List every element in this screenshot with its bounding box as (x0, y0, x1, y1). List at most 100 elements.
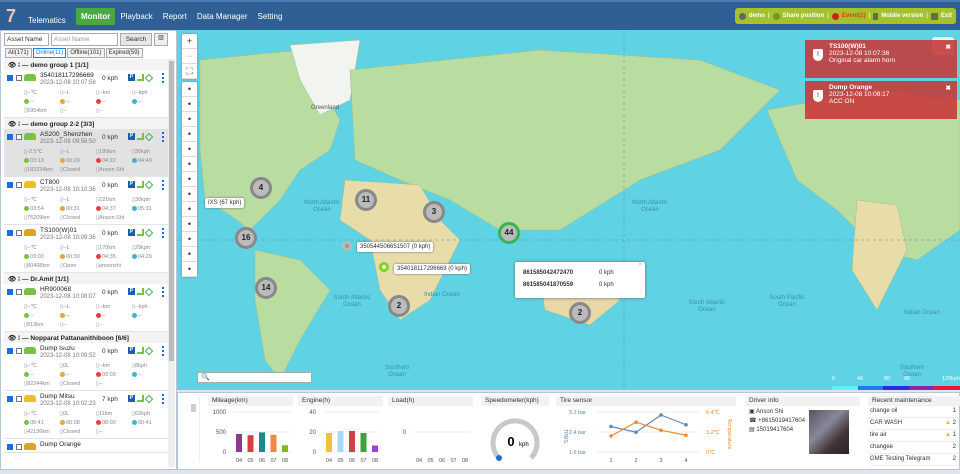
vehicle-item[interactable]: TS100(W)01 2023-12-08 10:09:36 0 kph P ▯-… (4, 225, 168, 273)
search-field-select[interactable]: Asset Name (4, 33, 49, 46)
alarm-notification[interactable]: ! ✖ Dump Orange 2023-12-08 10:08:17 ACC ON (805, 81, 957, 119)
list-scrollbar[interactable] (168, 59, 175, 467)
close-icon[interactable]: × (638, 262, 642, 268)
select-checkbox[interactable] (16, 134, 22, 140)
group-header[interactable]: 👁 ⁞ — demo group 1 [1/1] (4, 59, 168, 70)
road-tool-icon[interactable]: • (182, 127, 197, 142)
map[interactable]: North Atlantic Ocean North Atlantic Ocea… (177, 30, 960, 390)
vehicle-item[interactable]: 354018117296669 2023-12-08 10:07:58 0 kp… (4, 70, 168, 118)
maintenance-item[interactable]: tire air ▲ 1 (868, 430, 958, 442)
show-checkbox[interactable] (7, 396, 13, 402)
show-checkbox[interactable] (7, 75, 13, 81)
group-header[interactable]: 👁 ⁞ — demo group 2-2 [3/3] (4, 118, 168, 129)
select-checkbox[interactable] (16, 396, 22, 402)
tab-offline[interactable]: Offline(101) (67, 48, 105, 58)
nav-monitor[interactable]: Monitor (76, 8, 116, 25)
vehicle-map-label[interactable]: 354018117296669 (0 kph) (394, 264, 470, 274)
map-cluster[interactable]: 44 (498, 222, 520, 244)
group-header[interactable]: 👁 ⁞ — Nopparat Pattananithiboon [6/6] (4, 332, 168, 343)
more-menu-icon[interactable] (162, 132, 164, 142)
show-checkbox[interactable] (7, 134, 13, 140)
search-button[interactable]: Search (120, 33, 152, 46)
maintenance-item[interactable]: CAR WASH ▲ 2 (868, 418, 958, 430)
map-cluster[interactable]: 3 (423, 201, 445, 223)
vehicle-marker[interactable] (379, 262, 389, 272)
more-menu-icon[interactable] (162, 346, 164, 356)
place-tool-icon[interactable]: • (182, 232, 197, 247)
ruler-tool-icon[interactable]: • (182, 202, 197, 217)
zoom-extent-tool-icon[interactable]: • (182, 97, 197, 112)
vehicle-item[interactable]: AS200_Shenzhen 2023-12-08 09:58:50 0 kph… (4, 129, 168, 177)
maintenance-item[interactable]: GME Testing Telegram 2 (868, 454, 958, 466)
center-tool-icon[interactable]: • (182, 172, 197, 187)
event-link[interactable]: Event(1) (842, 13, 866, 19)
nav-data-manager[interactable]: Data Manager (192, 8, 253, 25)
map-cluster[interactable]: 11 (355, 189, 377, 211)
map-cluster[interactable]: 14 (255, 277, 277, 299)
vehicle-stat: ▯--kph (132, 304, 148, 310)
vehicle-tool-icon[interactable]: • (182, 217, 197, 232)
navigate-tool-icon[interactable]: • (182, 82, 197, 97)
more-menu-icon[interactable] (162, 287, 164, 297)
select-checkbox[interactable] (16, 444, 22, 450)
vehicle-item[interactable]: HR900068 2023-12-08 10:08:07 0 kph P ▯--℃… (4, 284, 168, 332)
vehicle-item[interactable]: CT800 2023-12-08 10:10:36 0 kph P ▯--℃ ▯--… (4, 177, 168, 225)
popup-row[interactable]: 861585041870559 0 kph (515, 279, 645, 291)
asset-search-input[interactable]: Asset Name (51, 33, 118, 46)
select-checkbox[interactable] (16, 182, 22, 188)
chart-tool-icon[interactable]: • (182, 187, 197, 202)
vehicle-map-label[interactable]: IXS (67 kph) (205, 198, 245, 208)
tab-expired[interactable]: Expired(59) (105, 48, 143, 58)
zoom-in-button[interactable]: + (182, 34, 197, 49)
vehicle-marker[interactable] (342, 241, 352, 251)
select-checkbox[interactable] (16, 348, 22, 354)
alarm-notification[interactable]: ! ✖ TS100(W)01 2023-12-08 10:07:36 Original … (805, 40, 957, 78)
text-size-tool-icon[interactable]: • (182, 112, 197, 127)
route-tool-icon[interactable]: • (182, 247, 197, 262)
popup-row[interactable]: 861585042472470 0 kph (515, 267, 645, 279)
poi-tool-icon[interactable]: • (182, 142, 197, 157)
group-header[interactable]: 👁 ⁞ — Dr.Amit [1/1] (4, 273, 168, 284)
vehicle-item[interactable]: Dump Isuzu 2023-12-08 10:09:52 0 kph P ▯-… (4, 343, 168, 391)
close-icon[interactable]: ✖ (946, 43, 951, 51)
chart-icon[interactable]: ▥ (154, 33, 168, 46)
mobile-version-link[interactable]: Mobile version (881, 13, 923, 19)
map-cluster[interactable]: 2 (388, 295, 410, 317)
map-search-input[interactable]: 🔍 (197, 372, 312, 383)
vehicle-map-label[interactable]: 350544506651507 (0 kph) (357, 242, 434, 252)
tab-all[interactable]: All(171) (5, 48, 32, 58)
show-checkbox[interactable] (7, 230, 13, 236)
show-checkbox[interactable] (7, 444, 13, 450)
maintenance-item[interactable]: change oil 1 (868, 406, 958, 418)
zoom-out-button[interactable]: − (182, 49, 197, 64)
vehicle-item[interactable]: Dump Mitsu 2023-12-08 10:02:23 7 kph P ▯-… (4, 391, 168, 439)
nav-playback[interactable]: Playback (115, 8, 157, 25)
tab-online[interactable]: Online(11) (32, 48, 67, 58)
map-cluster[interactable]: 2 (569, 302, 591, 324)
user-link[interactable]: demo (749, 13, 765, 19)
maintenance-item[interactable]: changee 2 (868, 442, 958, 454)
select-area-tool-icon[interactable]: • (182, 157, 197, 172)
panel-scroller[interactable] (180, 396, 200, 462)
exit-link[interactable]: Exit (941, 13, 952, 19)
top-header: 7 Telematics Monitor Playback Report Data… (0, 0, 960, 30)
more-menu-icon[interactable] (162, 73, 164, 83)
nav-report[interactable]: Report (158, 8, 192, 25)
fullscreen-button[interactable]: ⛶ (182, 64, 197, 79)
nav-setting[interactable]: Setting (253, 8, 288, 25)
close-icon[interactable]: ✖ (946, 84, 951, 92)
more-menu-icon[interactable] (162, 180, 164, 190)
vehicle-item[interactable]: Dump Orange (4, 439, 168, 453)
select-checkbox[interactable] (16, 75, 22, 81)
select-checkbox[interactable] (16, 289, 22, 295)
select-checkbox[interactable] (16, 230, 22, 236)
map-cluster[interactable]: 4 (250, 177, 272, 199)
show-checkbox[interactable] (7, 348, 13, 354)
more-menu-icon[interactable] (162, 228, 164, 238)
share-position-link[interactable]: Share position (783, 13, 825, 19)
video-tool-icon[interactable]: • (182, 262, 197, 277)
map-cluster[interactable]: 16 (235, 227, 257, 249)
more-menu-icon[interactable] (162, 394, 164, 404)
show-checkbox[interactable] (7, 182, 13, 188)
show-checkbox[interactable] (7, 289, 13, 295)
